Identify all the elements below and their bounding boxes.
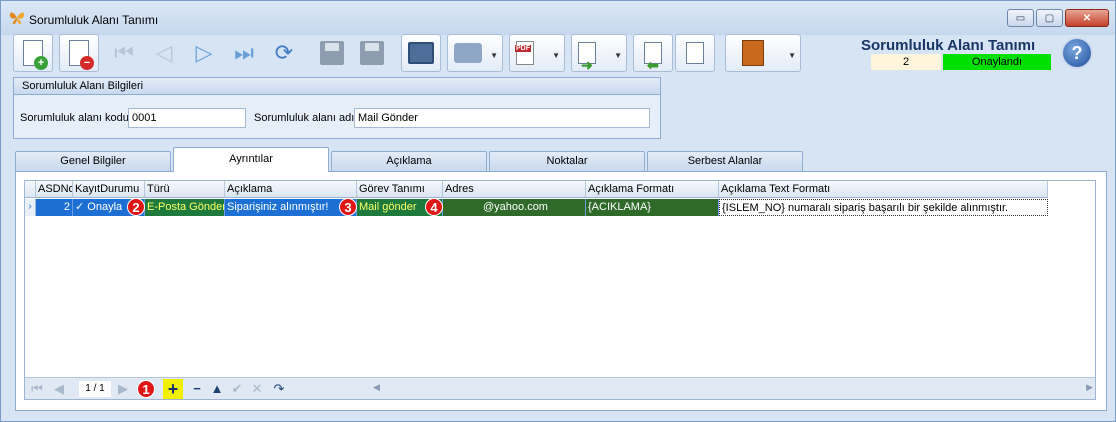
previous-record-button[interactable]: ◁ xyxy=(145,34,183,72)
column-header[interactable]: KayıtDurumu xyxy=(73,181,145,198)
dropdown-arrow-icon: ▼ xyxy=(788,51,796,60)
new-document-icon: + xyxy=(23,40,48,70)
save-close-button[interactable] xyxy=(353,34,391,72)
help-button[interactable]: ? xyxy=(1061,37,1093,69)
title-bar: Sorumluluk Alanı Tanımı ▭ ▢ ✕ xyxy=(1,1,1115,35)
cell-text-format[interactable]: {ISLEM_NO} numaralı sipariş başarılı bir… xyxy=(719,199,1048,216)
horizontal-scrollbar[interactable]: ◀ ▶ xyxy=(373,382,1093,396)
window-controls: ▭ ▢ ✕ xyxy=(1007,9,1109,27)
column-header[interactable]: Açıklama xyxy=(225,181,357,198)
tools-icon xyxy=(686,42,704,64)
import-button[interactable]: ⬅ xyxy=(633,34,673,73)
cell-address[interactable]: @yahoo.com xyxy=(443,199,586,216)
nav-position: 1 / 1 xyxy=(79,381,111,397)
dropdown-arrow-icon: ▼ xyxy=(490,51,498,60)
main-window: Sorumluluk Alanı Tanımı ▭ ▢ ✕ + − ⏮ ◁ ▷ … xyxy=(0,0,1116,422)
butterfly-icon xyxy=(9,12,25,24)
marker-1: 1 xyxy=(137,380,155,398)
code-field[interactable]: 0001 xyxy=(128,108,246,128)
refresh-button[interactable]: ⟳ xyxy=(265,34,303,72)
maximize-button[interactable]: ▢ xyxy=(1036,9,1063,27)
exit-door-icon xyxy=(742,40,764,66)
name-label: Sorumluluk alanı adı xyxy=(254,112,355,124)
new-button[interactable]: + xyxy=(13,34,53,72)
column-header[interactable]: ASDNo xyxy=(36,181,73,198)
first-record-icon: ⏮ xyxy=(114,40,134,65)
cell-type[interactable]: E-Posta Gönder xyxy=(145,199,225,216)
export-icon: ➜ xyxy=(578,42,596,73)
column-header[interactable]: Görev Tanımı xyxy=(357,181,443,198)
delete-document-icon: − xyxy=(69,40,94,70)
details-grid: ASDNo KayıtDurumu Türü Açıklama Görev Ta… xyxy=(24,180,1096,400)
grid-navigator: ⏮ ◀ 1 / 1 ▶ 1 + − ▲ ✔ ✕ ↷ ◀ ▶ xyxy=(25,377,1095,399)
pdf-export-icon: PDF xyxy=(515,41,534,65)
main-toolbar: + − ⏮ ◁ ▷ ⏭ ⟳ ▼ PDF ▼ ➜ ▼ ⬅ ▼ xyxy=(13,33,807,73)
marker-3: 3 xyxy=(339,198,357,216)
status-badge: Onaylandı xyxy=(943,54,1051,70)
cell-asdno[interactable]: 2 xyxy=(36,199,73,216)
marker-4: 4 xyxy=(425,198,443,216)
next-record-icon: ▷ xyxy=(195,40,213,65)
tab-serbest-alanlar[interactable]: Serbest Alanlar xyxy=(647,151,803,171)
exit-button[interactable]: ▼ xyxy=(725,34,801,72)
tab-noktalar[interactable]: Noktalar xyxy=(489,151,645,171)
info-group-title: Sorumluluk Alanı Bilgileri xyxy=(14,78,660,95)
nav-remove-icon[interactable]: − xyxy=(189,381,205,397)
nav-cancel-icon[interactable]: ✕ xyxy=(249,381,265,397)
scroll-right-icon[interactable]: ▶ xyxy=(1086,382,1093,393)
last-record-icon: ⏭ xyxy=(234,40,254,65)
nav-up-icon[interactable]: ▲ xyxy=(209,381,225,397)
previous-record-icon: ◁ xyxy=(155,40,173,65)
column-header[interactable]: Açıklama Formatı xyxy=(586,181,719,198)
tab-ayrintilar[interactable]: Ayrıntılar xyxy=(173,147,329,172)
dropdown-arrow-icon: ▼ xyxy=(552,51,560,60)
info-group: Sorumluluk Alanı Bilgileri Sorumluluk al… xyxy=(13,77,661,139)
page-title: Sorumluluk Alanı Tanımı xyxy=(861,37,1036,54)
nav-confirm-icon[interactable]: ✔ xyxy=(229,381,245,397)
tools-button[interactable] xyxy=(675,34,715,72)
minimize-button[interactable]: ▭ xyxy=(1007,9,1034,27)
column-header[interactable]: Açıklama Text Formatı xyxy=(719,181,1048,198)
cell-desc-format[interactable]: {ACIKLAMA} xyxy=(586,199,719,216)
refresh-icon: ⟳ xyxy=(274,40,294,65)
record-count: 2 xyxy=(871,54,941,70)
print-button[interactable]: ▼ xyxy=(447,34,503,72)
column-header[interactable]: Adres xyxy=(443,181,586,198)
import-icon: ⬅ xyxy=(644,42,662,73)
marker-2: 2 xyxy=(127,198,145,216)
name-field[interactable]: Mail Gönder xyxy=(354,108,650,128)
nav-prev-icon[interactable]: ◀ xyxy=(51,381,67,397)
column-header[interactable]: Türü xyxy=(145,181,225,198)
first-record-button[interactable]: ⏮ xyxy=(105,34,143,72)
nav-first-icon[interactable]: ⏮ xyxy=(29,381,45,397)
row-indicator-header xyxy=(25,181,36,198)
export-button[interactable]: ➜ ▼ xyxy=(571,34,627,73)
preview-button[interactable] xyxy=(401,34,441,72)
close-button[interactable]: ✕ xyxy=(1065,9,1109,27)
details-panel: ASDNo KayıtDurumu Türü Açıklama Görev Ta… xyxy=(15,171,1107,411)
next-record-button[interactable]: ▷ xyxy=(185,34,223,72)
code-label: Sorumluluk alanı kodu xyxy=(20,112,129,124)
row-indicator[interactable]: › xyxy=(25,199,36,216)
save-icon xyxy=(320,41,344,65)
nav-redo-icon[interactable]: ↷ xyxy=(271,381,287,397)
dropdown-arrow-icon: ▼ xyxy=(614,51,622,60)
window-title: Sorumluluk Alanı Tanımı xyxy=(29,13,159,27)
tab-genel-bilgiler[interactable]: Genel Bilgiler xyxy=(15,151,171,171)
nav-add-icon[interactable]: + xyxy=(163,379,183,399)
preview-icon xyxy=(408,42,434,64)
save-close-icon xyxy=(360,41,384,65)
cell-description[interactable]: Siparişiniz alınmıştır! xyxy=(225,199,357,216)
scroll-left-icon[interactable]: ◀ xyxy=(373,382,380,393)
delete-button[interactable]: − xyxy=(59,34,99,72)
print-icon xyxy=(454,43,482,63)
save-button[interactable] xyxy=(313,34,351,72)
pdf-export-button[interactable]: PDF ▼ xyxy=(509,34,565,72)
nav-next-icon[interactable]: ▶ xyxy=(115,381,131,397)
last-record-button[interactable]: ⏭ xyxy=(225,34,263,72)
tab-aciklama[interactable]: Açıklama xyxy=(331,151,487,171)
